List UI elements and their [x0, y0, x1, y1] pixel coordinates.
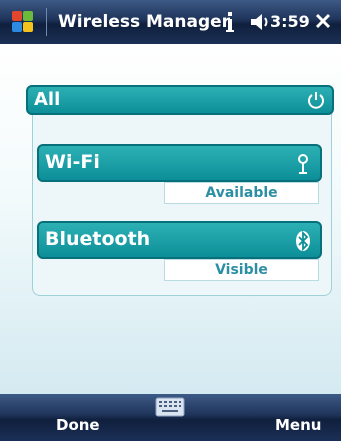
all-label: All	[34, 89, 61, 110]
wifi-antenna-icon	[298, 154, 308, 174]
softkey-bar: Done Menu	[0, 394, 341, 441]
done-softkey[interactable]: Done	[56, 416, 100, 434]
connectivity-icon[interactable]	[224, 10, 236, 34]
start-menu-icon[interactable]	[12, 11, 34, 33]
title-bar: Wireless Manager 3:59	[0, 0, 341, 44]
content-area: All Wi-Fi Available Bluetooth Visible	[0, 44, 341, 394]
all-toggle-button[interactable]: All	[26, 85, 334, 115]
volume-icon[interactable]	[250, 12, 272, 32]
wifi-toggle-button[interactable]: Wi-Fi	[37, 144, 322, 182]
menu-softkey[interactable]: Menu	[275, 416, 321, 434]
wifi-status: Available	[164, 182, 319, 204]
bluetooth-label: Bluetooth	[45, 228, 151, 250]
bluetooth-status: Visible	[164, 259, 319, 281]
bluetooth-icon	[296, 230, 310, 252]
power-icon	[308, 92, 324, 109]
close-icon[interactable]	[313, 11, 333, 31]
keyboard-icon[interactable]	[155, 396, 185, 418]
clock-time[interactable]: 3:59	[270, 12, 310, 31]
bluetooth-toggle-button[interactable]: Bluetooth	[37, 221, 322, 259]
wifi-label: Wi-Fi	[45, 151, 100, 173]
title-separator	[46, 8, 47, 36]
window-title: Wireless Manager	[58, 12, 231, 32]
